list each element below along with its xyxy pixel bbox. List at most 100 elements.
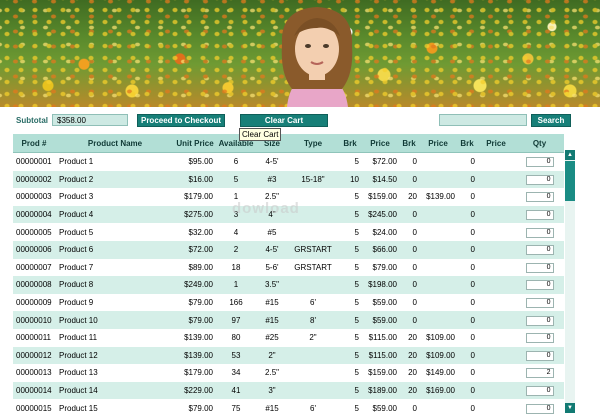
type-cell: GRSTART <box>287 240 339 259</box>
qty-input[interactable]: 0 <box>525 210 554 221</box>
break-1-cell: 5 <box>339 258 361 277</box>
table-row: 00000006 Product 6 $72.00 2 4-5' GRSTART 5 $66.… <box>13 240 564 259</box>
product-name-cell: Product 1 <box>55 152 175 171</box>
qty-input[interactable]: 0 <box>525 262 554 273</box>
qty-input[interactable]: 0 <box>525 174 554 185</box>
break-2-cell: 0 <box>399 152 419 171</box>
product-table-container: Prod # Product Name Unit Price Available Siz… <box>13 134 564 417</box>
price-1-cell: $59.00 <box>361 399 399 417</box>
price-2-cell: $109.00 <box>419 328 457 347</box>
price-3-cell <box>477 381 515 400</box>
qty-input[interactable]: 0 <box>525 298 554 309</box>
type-cell: 2" <box>287 328 339 347</box>
product-name-cell: Product 9 <box>55 293 175 312</box>
break-1-cell: 5 <box>339 205 361 224</box>
unit-price-cell: $179.00 <box>175 188 215 206</box>
search-button[interactable]: Search <box>531 114 571 127</box>
product-name-cell: Product 11 <box>55 328 175 347</box>
prod-number-cell: 00000010 <box>13 311 55 329</box>
cart-controls: Subtotal $358.00 Proceed to Checkout Cle… <box>0 112 600 132</box>
qty-input[interactable]: 0 <box>525 280 554 291</box>
clear-cart-tooltip: Clear Cart <box>239 128 282 141</box>
unit-price-cell: $139.00 <box>175 328 215 347</box>
available-cell: 166 <box>215 293 257 312</box>
break-1-cell: 5 <box>339 223 361 241</box>
qty-cell: 0 <box>515 205 564 224</box>
scroll-up-icon[interactable]: ▲ <box>565 150 575 160</box>
prod-number-cell: 00000011 <box>13 328 55 347</box>
available-cell: 1 <box>215 188 257 206</box>
column-header: Type <box>287 134 339 153</box>
search-input[interactable] <box>439 114 527 126</box>
price-2-cell <box>419 223 457 241</box>
table-row: 00000010 Product 10 $79.00 97 #15 8' 5 $59.00 0 0… <box>13 311 564 329</box>
type-cell: 15-18" <box>287 170 339 189</box>
table-row: 00000011 Product 11 $139.00 80 #25 2" 5 $115.00… <box>13 328 564 347</box>
table-scrollbar[interactable]: ▲ ▼ <box>565 150 575 413</box>
available-cell: 97 <box>215 311 257 329</box>
available-cell: 18 <box>215 258 257 277</box>
qty-input[interactable]: 0 <box>525 192 554 203</box>
unit-price-cell: $95.00 <box>175 152 215 171</box>
price-3-cell <box>477 258 515 277</box>
scroll-down-icon[interactable]: ▼ <box>565 403 575 413</box>
price-1-cell: $72.00 <box>361 152 399 171</box>
qty-input[interactable]: 0 <box>525 227 554 238</box>
product-name-cell: Product 4 <box>55 205 175 224</box>
product-name-cell: Product 2 <box>55 170 175 189</box>
qty-cell: 0 <box>515 346 564 365</box>
qty-cell: 0 <box>515 152 564 171</box>
qty-cell: 0 <box>515 311 564 329</box>
size-cell: 2.5" <box>257 188 287 206</box>
table-header-row: Prod # Product Name Unit Price Available Siz… <box>13 134 564 153</box>
qty-input[interactable]: 0 <box>525 315 554 326</box>
clear-cart-button[interactable]: Clear Cart <box>240 114 328 127</box>
proceed-to-checkout-button[interactable]: Proceed to Checkout <box>137 114 225 127</box>
scroll-thumb[interactable] <box>565 161 575 201</box>
qty-input[interactable]: 0 <box>525 157 554 168</box>
price-2-cell: $139.00 <box>419 188 457 206</box>
qty-input[interactable]: 0 <box>525 386 554 397</box>
price-1-cell: $66.00 <box>361 240 399 259</box>
product-name-cell: Product 6 <box>55 240 175 259</box>
type-cell <box>287 152 339 171</box>
price-2-cell <box>419 240 457 259</box>
table-row: 00000003 Product 3 $179.00 1 2.5" 5 $159.00 20 $… <box>13 188 564 206</box>
prod-number-cell: 00000001 <box>13 152 55 171</box>
type-cell: 8' <box>287 311 339 329</box>
size-cell: 4-5' <box>257 152 287 171</box>
table-row: 00000014 Product 14 $229.00 41 3" 5 $189.00 20 $… <box>13 381 564 400</box>
break-3-cell: 0 <box>457 258 477 277</box>
available-cell: 34 <box>215 364 257 382</box>
qty-input[interactable]: 0 <box>525 350 554 361</box>
available-cell: 4 <box>215 223 257 241</box>
qty-input[interactable]: 0 <box>525 403 554 414</box>
table-row: 00000012 Product 12 $139.00 53 2" 5 $115.00 20 $… <box>13 346 564 365</box>
price-1-cell: $115.00 <box>361 346 399 365</box>
break-3-cell: 0 <box>457 293 477 312</box>
break-2-cell: 0 <box>399 293 419 312</box>
table-row: 00000001 Product 1 $95.00 6 4-5' 5 $72.00 0 0 0 <box>13 152 564 171</box>
unit-price-cell: $249.00 <box>175 276 215 294</box>
price-1-cell: $159.00 <box>361 364 399 382</box>
break-3-cell: 0 <box>457 276 477 294</box>
price-3-cell <box>477 364 515 382</box>
qty-input[interactable]: 2 <box>525 368 554 379</box>
qty-cell: 0 <box>515 170 564 189</box>
table-row: 00000002 Product 2 $16.00 5 #3 15-18" 10 $14.50… <box>13 170 564 189</box>
type-cell: 6' <box>287 399 339 417</box>
price-2-cell <box>419 399 457 417</box>
price-1-cell: $198.00 <box>361 276 399 294</box>
price-3-cell <box>477 399 515 417</box>
prod-number-cell: 00000005 <box>13 223 55 241</box>
product-name-cell: Product 10 <box>55 311 175 329</box>
column-header: Unit Price <box>175 134 215 153</box>
break-2-cell: 0 <box>399 240 419 259</box>
break-1-cell: 5 <box>339 346 361 365</box>
qty-input[interactable]: 0 <box>525 333 554 344</box>
unit-price-cell: $79.00 <box>175 293 215 312</box>
break-2-cell: 0 <box>399 276 419 294</box>
qty-input[interactable]: 0 <box>525 245 554 256</box>
type-cell <box>287 364 339 382</box>
break-1-cell: 10 <box>339 170 361 189</box>
